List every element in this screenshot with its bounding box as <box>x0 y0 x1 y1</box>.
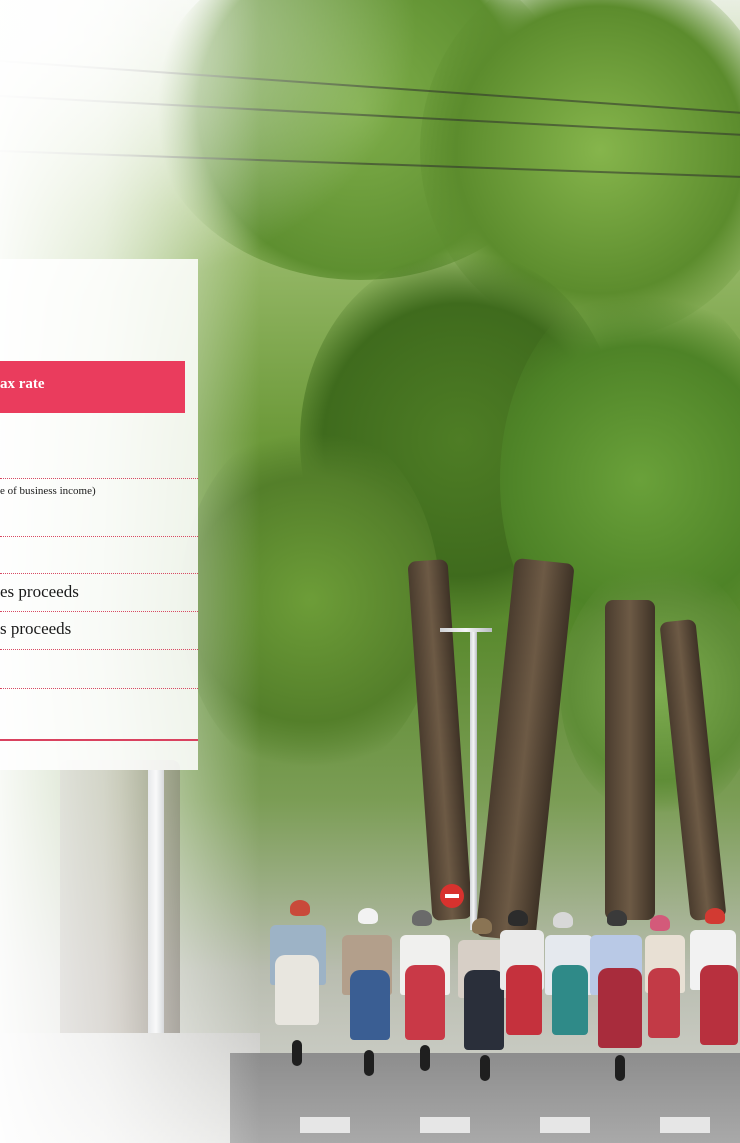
tax-table-row-label: es proceeds <box>0 582 79 601</box>
street-lamp-arm <box>440 628 492 632</box>
helmet <box>412 910 432 926</box>
tax-table-row <box>0 650 198 689</box>
tax-rate-header: ax rate <box>0 361 185 413</box>
motorbike <box>598 968 642 1048</box>
road-marking <box>540 1117 590 1133</box>
helmet <box>472 918 492 934</box>
helmet <box>650 915 670 931</box>
street-lamp-pole <box>470 630 477 930</box>
motorbike-wheel <box>292 1040 302 1066</box>
tax-table-row <box>0 439 198 479</box>
motorbike <box>648 968 680 1038</box>
motorbike-wheel <box>364 1050 374 1076</box>
tax-table-row: es proceeds <box>0 574 198 612</box>
tax-table-row: e of business income) <box>0 479 198 537</box>
road-marking <box>420 1117 470 1133</box>
tax-table-row: s proceeds <box>0 612 198 650</box>
tax-table-row-label: e of business income) <box>0 485 96 497</box>
motorbike-wheel <box>615 1055 625 1081</box>
motorbike <box>275 955 319 1025</box>
helmet <box>607 910 627 926</box>
tree-trunk <box>605 600 655 920</box>
panel-bottom-rule <box>0 739 198 741</box>
tax-table-row <box>0 537 198 574</box>
motorbike <box>350 970 390 1040</box>
tax-rate-header-label: ax rate <box>0 376 45 392</box>
tax-table-row-label: s proceeds <box>0 619 72 638</box>
road-marking <box>660 1117 710 1133</box>
motorbike <box>506 965 542 1035</box>
motorbike <box>464 970 504 1050</box>
helmet <box>705 908 725 924</box>
helmet <box>553 912 573 928</box>
road-marking <box>300 1117 350 1133</box>
no-entry-sign-icon <box>440 884 464 908</box>
tax-rate-panel: ax rate e of business income) es proceed… <box>0 259 198 770</box>
helmet <box>290 900 310 916</box>
motorbike-wheel <box>420 1045 430 1071</box>
helmet <box>358 908 378 924</box>
helmet <box>508 910 528 926</box>
motorbike <box>700 965 738 1045</box>
motorbike-wheel <box>480 1055 490 1081</box>
motorbike <box>405 965 445 1040</box>
motorbike <box>552 965 588 1035</box>
